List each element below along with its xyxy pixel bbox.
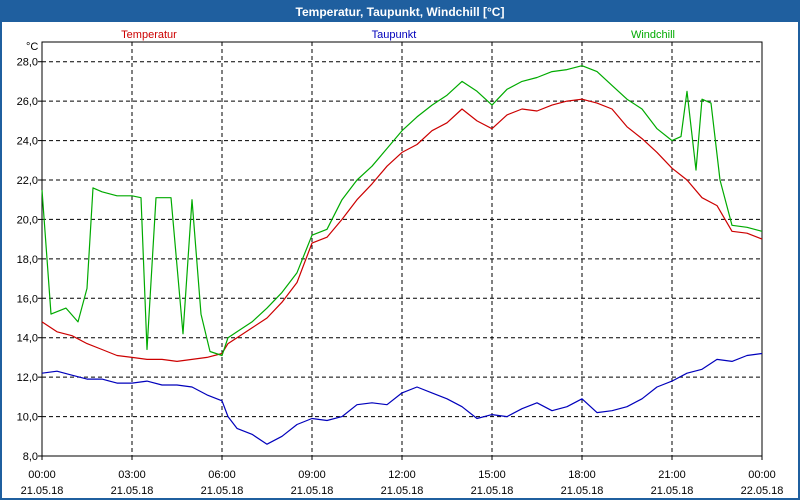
x-tick-time-label: 03:00 [118,469,146,481]
y-tick-label: 22,0 [17,175,38,187]
x-tick-time-label: 00:00 [28,469,56,481]
y-tick-label: 12,0 [17,372,38,384]
x-tick-time-label: 06:00 [208,469,236,481]
x-tick-date-label: 21.05.18 [111,485,154,496]
line-chart: 8,0 10,0 12,0 14,0 16,0 18,0 20,0 22,0 24,0 26,0 2… [17,29,784,496]
x-axis: 00:00 21.05.18 03:00 21.05.18 06:00 21.05.18 0… [21,456,784,496]
y-tick-label: 10,0 [17,412,38,424]
x-tick-date-label: 21.05.18 [471,485,514,496]
x-tick-time-label: 00:00 [748,469,776,481]
x-tick-time-label: 15:00 [478,469,506,481]
y-tick-label: 8,0 [23,451,38,463]
legend-windchill: Windchill [631,29,675,41]
x-tick-date-label: 21.05.18 [561,485,604,496]
x-tick-date-label: 21.05.18 [381,485,424,496]
y-tick-label: 14,0 [17,333,38,345]
x-tick-date-label: 21.05.18 [651,485,694,496]
legend-temperatur: Temperatur [121,29,177,41]
x-tick-date-label: 22.05.18 [741,485,784,496]
y-tick-label: 20,0 [17,214,38,226]
x-tick-time-label: 18:00 [568,469,596,481]
x-tick-date-label: 21.05.18 [21,485,64,496]
window-title: Temperatur, Taupunkt, Windchill [°C] [2,2,798,22]
y-tick-label: 24,0 [17,136,38,148]
x-tick-time-label: 12:00 [388,469,416,481]
y-tick-label: 28,0 [17,57,38,69]
x-tick-date-label: 21.05.18 [291,485,334,496]
y-axis-unit-label: °C [26,41,38,53]
chart-window: Temperatur, Taupunkt, Windchill [°C] 8,0… [0,0,800,500]
y-tick-label: 16,0 [17,293,38,305]
x-tick-time-label: 09:00 [298,469,326,481]
legend-taupunkt: Taupunkt [372,29,417,41]
legend: Temperatur Taupunkt Windchill [121,29,675,41]
y-tick-label: 18,0 [17,254,38,266]
x-tick-date-label: 21.05.18 [201,485,244,496]
y-axis: 8,0 10,0 12,0 14,0 16,0 18,0 20,0 22,0 24,0 26,0 2… [17,57,42,463]
y-tick-label: 26,0 [17,96,38,108]
x-tick-time-label: 21:00 [658,469,686,481]
